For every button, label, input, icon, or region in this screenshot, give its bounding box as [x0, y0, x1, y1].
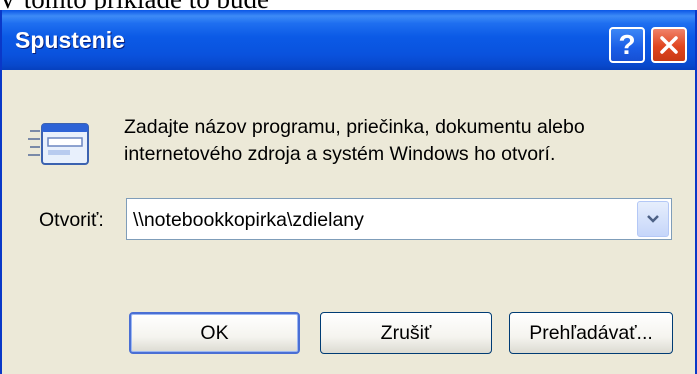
- dialog-description: Zadajte názov programu, priečinka, dokum…: [124, 114, 664, 168]
- help-button[interactable]: ?: [609, 27, 645, 63]
- open-label: Otvoriť:: [39, 209, 104, 231]
- ok-button[interactable]: OK: [129, 312, 300, 354]
- dropdown-button[interactable]: [637, 201, 669, 237]
- description-line: Zadajte názov programu, priečinka, dokum…: [124, 116, 585, 138]
- run-program-icon: [28, 123, 89, 165]
- help-icon: ?: [618, 29, 636, 60]
- browse-button[interactable]: Prehľadávať...: [509, 312, 673, 354]
- open-input-value[interactable]: \\notebookkopirka\zdielany: [133, 209, 364, 232]
- cancel-button[interactable]: Zrušiť: [320, 312, 492, 354]
- window-title: Spustenie: [15, 27, 125, 53]
- title-bar[interactable]: Spustenie ?: [2, 10, 695, 70]
- description-line: internetového zdroja a systém Windows ho…: [124, 143, 556, 165]
- chevron-down-icon: [647, 215, 659, 223]
- close-button[interactable]: [651, 27, 687, 63]
- close-icon: [660, 36, 678, 54]
- run-dialog: Spustenie ? Zadajte názov programu, prie…: [0, 10, 697, 374]
- open-combobox[interactable]: \\notebookkopirka\zdielany: [126, 198, 672, 240]
